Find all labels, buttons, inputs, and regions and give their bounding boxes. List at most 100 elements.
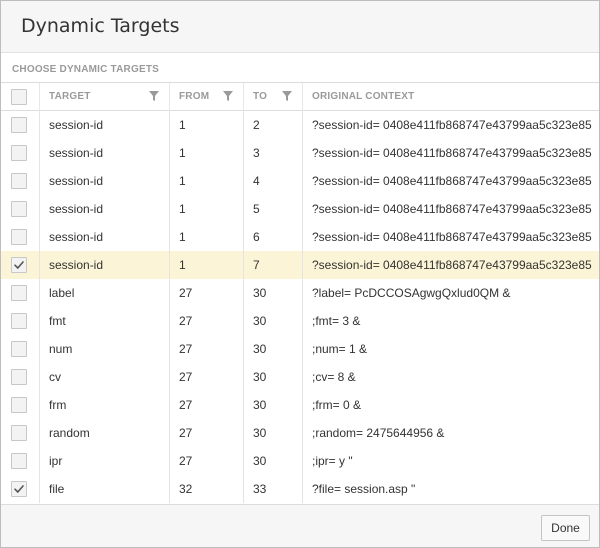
cell-original-context: ;fmt= 3 & xyxy=(312,314,361,328)
cell-original-context: ;random= 2475644956 & xyxy=(312,426,445,440)
row-checkbox[interactable] xyxy=(11,481,27,497)
cell-from: 27 xyxy=(179,286,193,300)
cell-original-context: ;cv= 8 & xyxy=(312,370,356,384)
grid-header: TARGET FROM TO ORIGINAL CONTEXT xyxy=(1,83,599,111)
cell-to: 30 xyxy=(253,314,267,328)
cell-target: file xyxy=(49,482,65,496)
table-row[interactable]: session-id 1 4 ?session-id= 0408e411fb86874… xyxy=(1,167,599,195)
cell-from: 27 xyxy=(179,342,193,356)
cell-to: 3 xyxy=(253,146,260,160)
cell-original-context: ?session-id= 0408e411fb868747e43799aa5c3… xyxy=(312,146,592,160)
row-checkbox[interactable] xyxy=(11,229,27,245)
cell-target: num xyxy=(49,342,73,356)
cell-target: fmt xyxy=(49,314,66,328)
done-button[interactable]: Done xyxy=(541,515,590,541)
cell-original-context: ?session-id= 0408e411fb868747e43799aa5c3… xyxy=(312,202,592,216)
targets-grid: TARGET FROM TO ORIGINAL CONTEXT session-… xyxy=(1,82,599,503)
select-all-checkbox[interactable] xyxy=(11,89,27,105)
row-checkbox[interactable] xyxy=(11,453,27,469)
table-row[interactable]: frm 27 30 ;frm= 0 & xyxy=(1,391,599,419)
cell-from: 1 xyxy=(179,258,186,272)
row-checkbox[interactable] xyxy=(11,369,27,385)
row-checkbox[interactable] xyxy=(11,201,27,217)
table-row[interactable]: random 27 30 ;random= 2475644956 & xyxy=(1,419,599,447)
column-divider xyxy=(243,83,244,111)
table-row[interactable]: file 32 33 ?file= session.asp " xyxy=(1,475,599,503)
filter-icon[interactable] xyxy=(282,91,292,101)
cell-from: 32 xyxy=(179,482,193,496)
row-checkbox[interactable] xyxy=(11,425,27,441)
cell-target: session-id xyxy=(49,146,104,160)
table-row[interactable]: num 27 30 ;num= 1 & xyxy=(1,335,599,363)
table-row[interactable]: label 27 30 ?label= PcDCCOSAgwgQxlud0QM & xyxy=(1,279,599,307)
dynamic-targets-dialog: Dynamic Targets CHOOSE DYNAMIC TARGETS T… xyxy=(0,0,600,548)
checkmark-icon xyxy=(14,261,24,269)
table-row[interactable]: ipr 27 30 ;ipr= y " xyxy=(1,447,599,475)
column-divider xyxy=(39,111,40,503)
cell-target: frm xyxy=(49,398,67,412)
table-row[interactable]: session-id 1 6 ?session-id= 0408e411fb86874… xyxy=(1,223,599,251)
cell-target: session-id xyxy=(49,202,104,216)
column-divider xyxy=(169,111,170,503)
cell-to: 2 xyxy=(253,118,260,132)
cell-original-context: ;ipr= y " xyxy=(312,454,353,468)
column-header-to[interactable]: TO xyxy=(253,83,267,111)
table-row[interactable]: session-id 1 2 ?session-id= 0408e411fb86874… xyxy=(1,111,599,139)
row-checkbox[interactable] xyxy=(11,173,27,189)
cell-from: 1 xyxy=(179,230,186,244)
cell-to: 5 xyxy=(253,202,260,216)
cell-target: random xyxy=(49,426,90,440)
row-checkbox[interactable] xyxy=(11,397,27,413)
cell-original-context: ?session-id= 0408e411fb868747e43799aa5c3… xyxy=(312,230,592,244)
cell-original-context: ?session-id= 0408e411fb868747e43799aa5c3… xyxy=(312,258,592,272)
table-row[interactable]: session-id 1 3 ?session-id= 0408e411fb86874… xyxy=(1,139,599,167)
cell-from: 1 xyxy=(179,146,186,160)
column-header-target[interactable]: TARGET xyxy=(49,83,91,111)
row-checkbox[interactable] xyxy=(11,145,27,161)
section-label: CHOOSE DYNAMIC TARGETS xyxy=(12,64,159,75)
cell-from: 27 xyxy=(179,454,193,468)
cell-to: 30 xyxy=(253,370,267,384)
column-header-original-context[interactable]: ORIGINAL CONTEXT xyxy=(312,83,414,111)
cell-to: 6 xyxy=(253,230,260,244)
column-divider xyxy=(243,111,244,503)
column-divider xyxy=(302,111,303,503)
cell-to: 33 xyxy=(253,482,267,496)
cell-to: 7 xyxy=(253,258,260,272)
table-row[interactable]: session-id 1 5 ?session-id= 0408e411fb86874… xyxy=(1,195,599,223)
row-checkbox[interactable] xyxy=(11,117,27,133)
cell-original-context: ?session-id= 0408e411fb868747e43799aa5c3… xyxy=(312,174,592,188)
cell-to: 30 xyxy=(253,286,267,300)
cell-to: 30 xyxy=(253,342,267,356)
table-row[interactable]: session-id 1 7 ?session-id= 0408e411fb86874… xyxy=(1,251,599,279)
cell-to: 30 xyxy=(253,426,267,440)
column-divider xyxy=(302,83,303,111)
cell-original-context: ?session-id= 0408e411fb868747e43799aa5c3… xyxy=(312,118,592,132)
table-row[interactable]: fmt 27 30 ;fmt= 3 & xyxy=(1,307,599,335)
filter-icon[interactable] xyxy=(223,91,233,101)
column-header-from[interactable]: FROM xyxy=(179,83,209,111)
row-checkbox[interactable] xyxy=(11,341,27,357)
row-checkbox[interactable] xyxy=(11,257,27,273)
cell-target: session-id xyxy=(49,258,104,272)
cell-original-context: ?file= session.asp " xyxy=(312,482,416,496)
cell-from: 27 xyxy=(179,426,193,440)
row-checkbox[interactable] xyxy=(11,313,27,329)
cell-original-context: ;frm= 0 & xyxy=(312,398,362,412)
checkmark-icon xyxy=(14,485,24,493)
cell-original-context: ?label= PcDCCOSAgwgQxlud0QM & xyxy=(312,286,511,300)
filter-icon[interactable] xyxy=(149,91,159,101)
cell-to: 30 xyxy=(253,398,267,412)
cell-from: 27 xyxy=(179,398,193,412)
cell-from: 27 xyxy=(179,370,193,384)
table-row[interactable]: cv 27 30 ;cv= 8 & xyxy=(1,363,599,391)
cell-target: cv xyxy=(49,370,61,384)
row-checkbox[interactable] xyxy=(11,285,27,301)
cell-to: 30 xyxy=(253,454,267,468)
cell-from: 27 xyxy=(179,314,193,328)
dialog-footer: Done xyxy=(1,504,599,547)
cell-original-context: ;num= 1 & xyxy=(312,342,368,356)
cell-target: label xyxy=(49,286,75,300)
cell-target: session-id xyxy=(49,118,104,132)
cell-from: 1 xyxy=(179,202,186,216)
